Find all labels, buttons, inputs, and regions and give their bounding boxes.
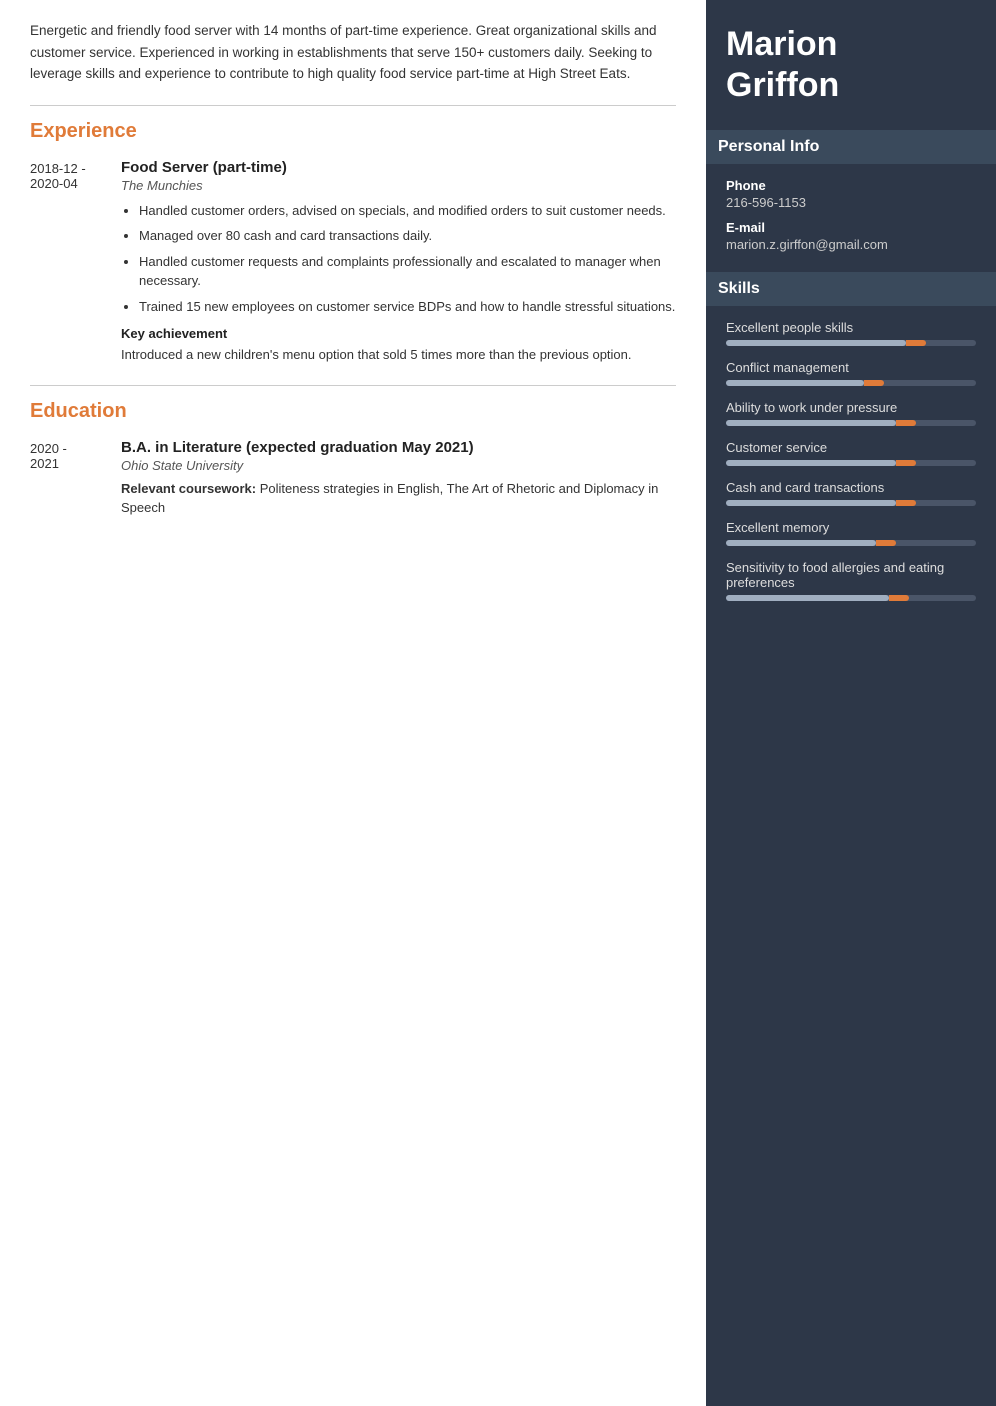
education-divider xyxy=(30,385,676,386)
last-name: Griffon xyxy=(726,66,839,104)
skill-name: Sensitivity to food allergies and eating… xyxy=(726,560,976,590)
skill-bar-accent xyxy=(876,540,896,546)
summary-text: Energetic and friendly food server with … xyxy=(30,20,676,85)
skill-bar-fill xyxy=(726,500,896,506)
edu-details: B.A. in Literature (expected graduation … xyxy=(121,439,676,518)
skill-bar-fill xyxy=(726,340,906,346)
skill-bar-accent xyxy=(896,500,916,506)
skill-item: Excellent memory xyxy=(726,520,976,546)
skill-item: Conflict management xyxy=(726,360,976,386)
key-achievement-text: Introduced a new children's menu option … xyxy=(121,345,676,365)
phone-value: 216-596-1153 xyxy=(726,195,976,210)
skill-item: Cash and card transactions xyxy=(726,480,976,506)
skill-name: Excellent people skills xyxy=(726,320,976,335)
email-label: E-mail xyxy=(726,220,976,235)
bullet-item: Managed over 80 cash and card transactio… xyxy=(139,226,676,246)
company-name: The Munchies xyxy=(121,178,676,193)
coursework-text: Relevant coursework: Politeness strategi… xyxy=(121,479,676,518)
right-column: Marion Griffon Personal Info Phone 216-5… xyxy=(706,0,996,1406)
bullet-item: Handled customer orders, advised on spec… xyxy=(139,201,676,221)
school-name: Ohio State University xyxy=(121,458,676,473)
skill-bar-fill xyxy=(726,380,864,386)
experience-list: 2018-12 -2020-04 Food Server (part-time) T… xyxy=(30,159,676,365)
skill-bar-accent xyxy=(864,380,884,386)
skill-name: Conflict management xyxy=(726,360,976,375)
phone-label: Phone xyxy=(726,178,976,193)
skills-title: Skills xyxy=(706,272,996,306)
first-name: Marion xyxy=(726,25,837,63)
skill-bar-fill xyxy=(726,420,896,426)
personal-info-title: Personal Info xyxy=(706,130,996,164)
skill-bar-background xyxy=(726,500,976,506)
experience-entry: 2018-12 -2020-04 Food Server (part-time) T… xyxy=(30,159,676,365)
skill-item: Excellent people skills xyxy=(726,320,976,346)
name-block: Marion Griffon xyxy=(726,24,976,106)
skill-item: Sensitivity to food allergies and eating… xyxy=(726,560,976,601)
edu-date: 2020 -2021 xyxy=(30,439,105,518)
skill-name: Cash and card transactions xyxy=(726,480,976,495)
skill-name: Excellent memory xyxy=(726,520,976,535)
skill-bar-accent xyxy=(889,595,909,601)
skill-bar-background xyxy=(726,420,976,426)
exp-details: Food Server (part-time) The Munchies Handl… xyxy=(121,159,676,365)
education-list: 2020 -2021 B.A. in Literature (expected g… xyxy=(30,439,676,518)
skill-item: Customer service xyxy=(726,440,976,466)
key-achievement-title: Key achievement xyxy=(121,326,676,341)
skills-list: Excellent people skills Conflict manageme… xyxy=(726,320,976,601)
job-title: Food Server (part-time) xyxy=(121,159,676,176)
skill-bar-background xyxy=(726,380,976,386)
degree-title: B.A. in Literature (expected graduation … xyxy=(121,439,676,456)
skill-bar-background xyxy=(726,540,976,546)
exp-date: 2018-12 -2020-04 xyxy=(30,159,105,365)
bullet-list: Handled customer orders, advised on spec… xyxy=(121,201,676,317)
skill-bar-accent xyxy=(896,420,916,426)
skill-bar-accent xyxy=(906,340,926,346)
bullet-item: Handled customer requests and complaints… xyxy=(139,252,676,291)
skill-bar-accent xyxy=(896,460,916,466)
skill-bar-fill xyxy=(726,540,876,546)
resume-wrapper: Energetic and friendly food server with … xyxy=(0,0,996,1406)
candidate-name: Marion Griffon xyxy=(726,24,976,106)
skill-bar-fill xyxy=(726,595,889,601)
bullet-item: Trained 15 new employees on customer ser… xyxy=(139,297,676,317)
skill-item: Ability to work under pressure xyxy=(726,400,976,426)
experience-section-title: Experience xyxy=(30,120,676,143)
skill-bar-background xyxy=(726,460,976,466)
skill-name: Customer service xyxy=(726,440,976,455)
left-column: Energetic and friendly food server with … xyxy=(0,0,706,1406)
experience-divider xyxy=(30,105,676,106)
email-value: marion.z.girffon@gmail.com xyxy=(726,237,976,252)
education-section-title: Education xyxy=(30,400,676,423)
skill-name: Ability to work under pressure xyxy=(726,400,976,415)
skill-bar-background xyxy=(726,340,976,346)
skill-bar-fill xyxy=(726,460,896,466)
education-entry: 2020 -2021 B.A. in Literature (expected g… xyxy=(30,439,676,518)
skill-bar-background xyxy=(726,595,976,601)
